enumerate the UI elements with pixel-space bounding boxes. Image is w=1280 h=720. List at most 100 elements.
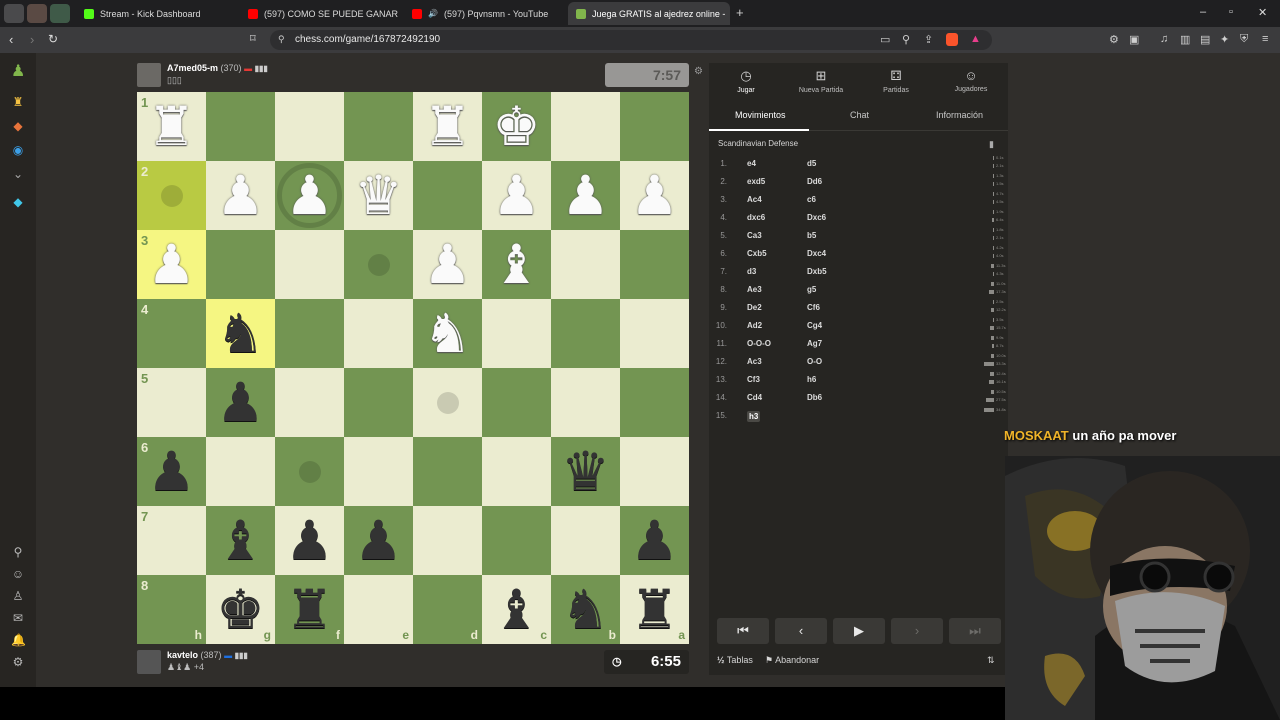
last-move-button[interactable]: ⏭	[949, 618, 1001, 644]
square-e7[interactable]: ♟	[344, 506, 413, 575]
white-move[interactable]: Ae3	[747, 285, 762, 294]
move-hint-dot[interactable]	[161, 185, 183, 207]
square-g4[interactable]: ♞	[206, 299, 275, 368]
black-pawn-piece[interactable]: ♟	[275, 506, 344, 575]
board-settings-icon[interactable]: ⚙	[694, 66, 703, 77]
square-d4[interactable]: ♞	[413, 299, 482, 368]
sidebar-icon[interactable]: ▥	[1180, 33, 1190, 46]
first-move-button[interactable]: ⏮	[717, 618, 769, 644]
white-move[interactable]: h3	[747, 411, 761, 422]
friends-icon[interactable]: ☺	[11, 567, 25, 581]
square-g2[interactable]: ♟	[206, 161, 275, 230]
wallet-icon[interactable]: ▤	[1200, 33, 1210, 46]
white-move[interactable]: Ac3	[747, 357, 762, 366]
white-move[interactable]: Cd4	[747, 393, 762, 402]
white-pawn-piece[interactable]: ♟	[206, 161, 275, 230]
minimize-icon[interactable]: –	[1200, 6, 1206, 18]
square-b5[interactable]	[551, 368, 620, 437]
menu-icon[interactable]: ≡	[1262, 33, 1268, 45]
white-move[interactable]: Ac4	[747, 195, 762, 204]
move-hint-dot[interactable]	[368, 254, 390, 276]
black-pawn-piece[interactable]: ♟	[206, 368, 275, 437]
square-d7[interactable]	[413, 506, 482, 575]
square-a7[interactable]: ♟	[620, 506, 689, 575]
next-move-button[interactable]: ›	[891, 618, 943, 644]
square-b6[interactable]: ♛	[551, 437, 620, 506]
square-f4[interactable]	[275, 299, 344, 368]
music-icon[interactable]: ♫	[1160, 33, 1168, 45]
black-move[interactable]: h6	[807, 375, 816, 384]
black-knight-piece[interactable]: ♞	[551, 575, 620, 644]
white-move[interactable]: exd5	[747, 177, 765, 186]
move-hint-dot[interactable]	[299, 461, 321, 483]
white-pawn-piece[interactable]: ♟	[482, 161, 551, 230]
square-e6[interactable]	[344, 437, 413, 506]
square-e8[interactable]: e	[344, 575, 413, 644]
white-move[interactable]: Cxb5	[747, 249, 767, 258]
white-knight-piece[interactable]: ♞	[413, 299, 482, 368]
white-move[interactable]: d3	[747, 267, 756, 276]
black-pawn-piece[interactable]: ♟	[137, 437, 206, 506]
black-move[interactable]: Cg4	[807, 321, 822, 330]
new-tab-icon[interactable]: +	[736, 5, 744, 20]
reload-icon[interactable]: ↻	[48, 32, 58, 46]
square-b2[interactable]: ♟	[551, 161, 620, 230]
tab-games[interactable]: ⚃ Partidas	[861, 68, 931, 94]
square-a5[interactable]	[620, 368, 689, 437]
player-name[interactable]: A7med05-m	[167, 63, 218, 73]
square-h4[interactable]: 4	[137, 299, 206, 368]
square-f2[interactable]: ♟	[275, 161, 344, 230]
white-pawn-piece[interactable]: ♟	[275, 161, 344, 230]
settings-icon[interactable]: ⚙	[11, 655, 25, 669]
square-h7[interactable]: 7	[137, 506, 206, 575]
url-field[interactable]: ⚲ chess.com/game/167872492190 ▭ ⚲ ⇪ ▲	[270, 30, 992, 50]
tab-youtube-channel[interactable]: 🔊 (597) Pqvnsmn - YouTube	[404, 2, 564, 25]
profile-icon[interactable]: ♙	[11, 589, 25, 603]
square-d2[interactable]	[413, 161, 482, 230]
messages-icon[interactable]: ✉	[11, 611, 25, 625]
white-king-piece[interactable]: ♚	[482, 92, 551, 161]
square-f7[interactable]: ♟	[275, 506, 344, 575]
forward-icon[interactable]: ›	[30, 32, 34, 47]
black-move[interactable]: g5	[807, 285, 816, 294]
square-g7[interactable]: ♝	[206, 506, 275, 575]
more-icon[interactable]: ⌄	[11, 167, 25, 181]
square-e5[interactable]	[344, 368, 413, 437]
white-move[interactable]: De2	[747, 303, 762, 312]
brave-shield-icon[interactable]	[946, 33, 958, 46]
black-pawn-piece[interactable]: ♟	[620, 506, 689, 575]
tab-chess[interactable]: Juega GRATIS al ajedrez online - ×	[568, 2, 730, 25]
black-move[interactable]: d5	[807, 159, 816, 168]
square-b8[interactable]: b ♞	[551, 575, 620, 644]
square-e3[interactable]	[344, 230, 413, 299]
square-a6[interactable]	[620, 437, 689, 506]
tab-players[interactable]: ☺ Jugadores	[936, 68, 1006, 93]
white-move[interactable]: e4	[747, 159, 756, 168]
subtab-chat[interactable]: Chat	[850, 110, 869, 120]
ai-icon[interactable]: ✦	[1220, 33, 1229, 46]
square-c1[interactable]: ♚	[482, 92, 551, 161]
subtab-moves[interactable]: Movimientos	[735, 110, 786, 120]
resign-button[interactable]: ⚑ Abandonar	[765, 655, 819, 666]
tab-youtube-video[interactable]: (597) COMO SE PUEDE GANAR CON	[240, 2, 400, 25]
draw-button[interactable]: ½ Tablas	[717, 655, 753, 665]
previous-move-button[interactable]: ‹	[775, 618, 827, 644]
square-a3[interactable]	[620, 230, 689, 299]
black-move[interactable]: Dxc6	[807, 213, 826, 222]
black-knight-piece[interactable]: ♞	[206, 299, 275, 368]
vpn-icon[interactable]: ⛨	[1240, 33, 1248, 46]
white-queen-piece[interactable]: ♛	[344, 161, 413, 230]
tab-group-chip[interactable]	[50, 4, 70, 23]
square-f3[interactable]	[275, 230, 344, 299]
black-rook-piece[interactable]: ♜	[275, 575, 344, 644]
move-hint-dot[interactable]	[437, 392, 459, 414]
white-move[interactable]: Cf3	[747, 375, 760, 384]
white-rook-piece[interactable]: ♜	[413, 92, 482, 161]
black-pawn-piece[interactable]: ♟	[344, 506, 413, 575]
black-rook-piece[interactable]: ♜	[620, 575, 689, 644]
restore-icon[interactable]: ▫	[1229, 6, 1233, 18]
close-window-icon[interactable]: ✕	[1258, 6, 1267, 19]
screenshot-icon[interactable]: ▣	[1129, 33, 1139, 46]
square-c3[interactable]: ♝	[482, 230, 551, 299]
black-king-piece[interactable]: ♚	[206, 575, 275, 644]
